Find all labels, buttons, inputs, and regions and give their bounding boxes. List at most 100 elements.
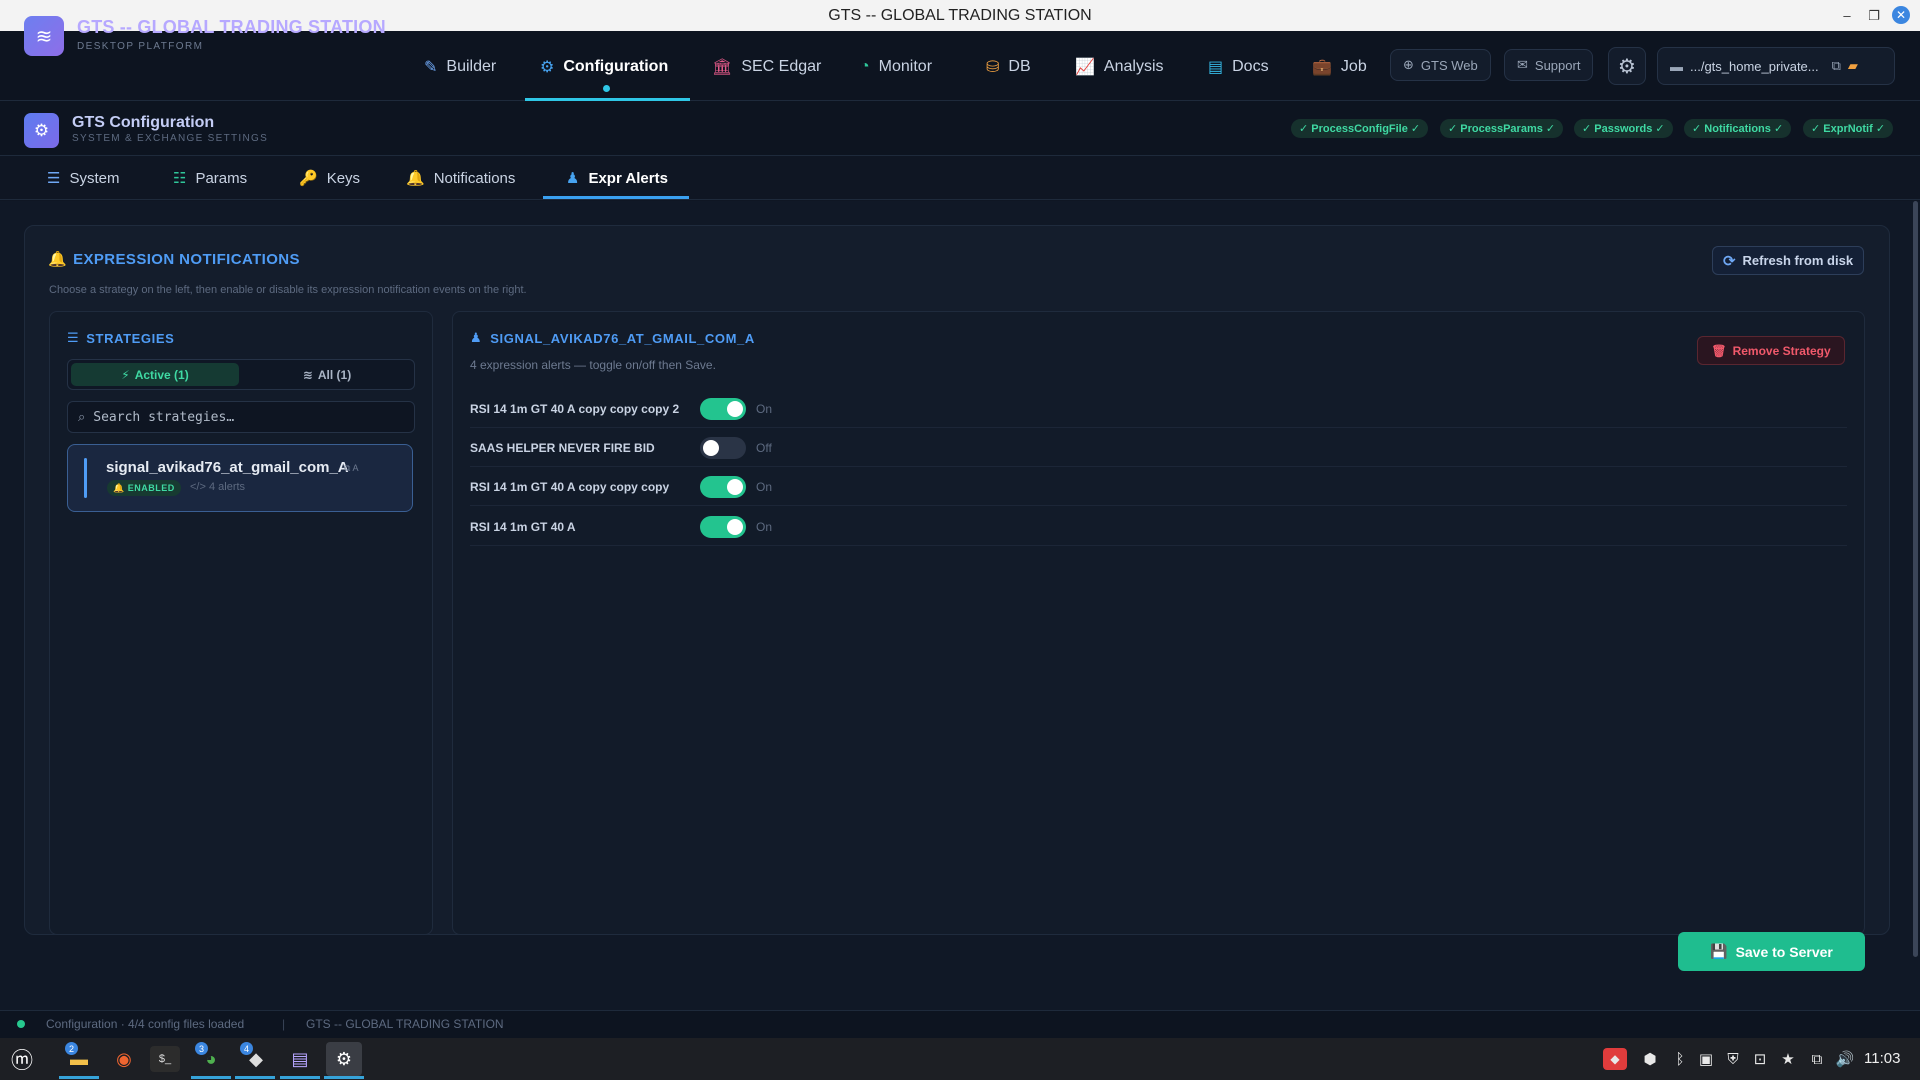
firefox-icon[interactable]: ◉ (106, 1042, 142, 1076)
status-badge-passwords: ✓ Passwords ✓ (1574, 119, 1673, 138)
network-icon[interactable]: ⧉ (1806, 1048, 1828, 1070)
alert-row: RSI 14 1m GT 40 A copy copy copy 2 On (470, 389, 1847, 428)
open-folder-icon[interactable]: ▰ (1848, 58, 1858, 74)
restore-icon[interactable]: ❐ (1862, 0, 1886, 31)
text-editor-icon[interactable]: ▤ (282, 1042, 318, 1076)
bank-icon: 🏛 (712, 59, 733, 76)
sliders-icon: ☷ (173, 170, 187, 187)
gear-icon: ⚙ (540, 59, 555, 76)
start-menu-icon[interactable]: ⓜ (4, 1042, 40, 1076)
refresh-icon: ⟳ (1722, 252, 1736, 270)
strategy-detail-title: ♟ SIGNAL_AVIKAD76_AT_GMAIL_COM_A (470, 330, 755, 346)
alert-label: RSI 14 1m GT 40 A copy copy copy (470, 479, 670, 494)
app-cube-badge: 4 (240, 1042, 253, 1055)
nav-item-job[interactable]: 💼 Job (1312, 55, 1367, 79)
nav-item-docs[interactable]: ▤ Docs (1208, 55, 1269, 79)
save-to-server-button[interactable]: 💾 Save to Server (1678, 932, 1865, 971)
strategy-list-item[interactable] (67, 444, 413, 512)
gts-app-running-indicator (324, 1076, 364, 1079)
filter-all-button[interactable]: ≋ All (1) (242, 363, 412, 386)
terminal-icon[interactable]: $_ (150, 1046, 180, 1072)
strategy-search-input[interactable] (93, 409, 394, 425)
window-title: GTS -- GLOBAL TRADING STATION (828, 6, 1092, 24)
nav-active-dot (603, 85, 610, 92)
app-cube-running-indicator (235, 1076, 275, 1079)
status-dot (17, 1020, 25, 1028)
tab-notifications[interactable]: 🔔 Notifications (406, 156, 515, 200)
copy-icon[interactable]: ⧉ (1832, 58, 1841, 74)
config-title: GTS Configuration (72, 114, 215, 131)
close-icon[interactable]: ✕ (1892, 6, 1910, 24)
shield-icon[interactable]: ⛨ (1722, 1048, 1744, 1070)
trash-icon: 🗑 (1711, 343, 1727, 358)
alert-label: SAAS HELPER NEVER FIRE BID (470, 440, 655, 455)
home-path-button[interactable]: ▬ .../gts_home_private... ⧉ ▰ (1657, 47, 1895, 85)
strategy-search: ⌕ (67, 401, 415, 433)
alert-row: RSI 14 1m GT 40 A On (470, 507, 1847, 546)
app-logo-icon: ≋ (24, 16, 64, 56)
taskbar-clock[interactable]: 11:03 (1864, 1050, 1900, 1067)
status-text-right: GTS -- GLOBAL TRADING STATION (306, 1017, 504, 1031)
volume-icon[interactable]: 🔊 (1834, 1048, 1856, 1070)
key-icon: 🔑 (299, 170, 318, 187)
minimize-icon[interactable]: – (1835, 0, 1859, 31)
nav-item-builder[interactable]: ✎ Builder (424, 55, 496, 79)
bell-icon: 🔔 (406, 170, 425, 187)
nav-item-monitor[interactable]: ◔ Monitor (860, 55, 932, 79)
settings-button[interactable]: ⚙ (1608, 47, 1646, 85)
tab-keys[interactable]: 🔑 Keys (299, 156, 360, 200)
app-title: GTS -- GLOBAL TRADING STATION (77, 17, 386, 37)
nav-item-configuration[interactable]: ⚙ Configuration (540, 55, 668, 79)
strategy-enabled-badge: 🔔 ENABLED (107, 480, 181, 496)
alert-toggle[interactable] (700, 398, 746, 420)
briefcase-icon: 💼 (1312, 59, 1332, 76)
nav-item-sec-edgar[interactable]: 🏛 SEC Edgar (712, 55, 821, 79)
refresh-from-disk-button[interactable]: ⟳ Refresh from disk (1712, 246, 1864, 275)
layers-icon: ≋ (302, 367, 313, 382)
strategy-detail-description: 4 expression alerts — toggle on/off then… (470, 358, 716, 372)
alert-row: SAAS HELPER NEVER FIRE BID Off (470, 428, 1847, 467)
text-editor-running-indicator (280, 1076, 320, 1079)
gts-web-button[interactable]: ⊕ GTS Web (1390, 49, 1491, 81)
status-divider: | (282, 1017, 286, 1031)
alert-toggle[interactable] (700, 516, 746, 538)
home-path: .../gts_home_private... (1690, 58, 1819, 74)
section-description: Choose a strategy on the left, then enab… (49, 284, 527, 296)
bluetooth-icon[interactable]: ᛒ (1670, 1048, 1690, 1070)
tab-expr-alerts[interactable]: ♟ Expr Alerts (566, 156, 668, 200)
alert-state: Off (756, 440, 772, 455)
tab-system[interactable]: ☰ System (47, 156, 119, 200)
gts-app-icon[interactable]: ⚙ (326, 1042, 362, 1076)
alert-toggle[interactable] (700, 437, 746, 459)
strategy-selected-bar (84, 458, 87, 498)
server-icon: ☰ (47, 170, 61, 187)
support-button[interactable]: ✉ Support (1504, 49, 1594, 81)
status-bar (0, 1010, 1920, 1038)
status-badge-process-config-file: ✓ ProcessConfigFile ✓ (1291, 119, 1429, 138)
star-icon[interactable]: ★ (1778, 1048, 1798, 1070)
bell-icon: 🔔 (48, 251, 68, 268)
tab-active-indicator (543, 196, 689, 199)
main-scrollbar[interactable] (1913, 201, 1918, 957)
files-running-indicator (59, 1076, 99, 1079)
clipboard-icon[interactable]: ▣ (1696, 1048, 1716, 1070)
alert-toggle[interactable] (700, 476, 746, 498)
update-icon[interactable]: ⊡ (1750, 1048, 1770, 1070)
nav-item-analysis[interactable]: 📈 Analysis (1075, 55, 1164, 79)
tab-params[interactable]: ☷ Params (173, 156, 247, 200)
remove-strategy-button[interactable]: 🗑 Remove Strategy (1697, 336, 1845, 365)
files-badge: 2 (65, 1042, 78, 1055)
nav-item-db[interactable]: ⛁ DB (986, 55, 1031, 79)
chrome-badge: 3 (195, 1042, 208, 1055)
bell-icon: 🔔 (113, 482, 125, 493)
globe-icon: ⊕ (1403, 57, 1414, 72)
list-icon: ☰ (67, 330, 80, 345)
cube-tray-icon[interactable]: ⬢ (1639, 1048, 1661, 1070)
anydesk-icon[interactable]: ◆ (1603, 1048, 1627, 1070)
filter-active-button[interactable]: ⚡ Active (1) (71, 363, 239, 386)
gauge-icon: ◔ (860, 58, 870, 75)
strategies-title: ☰ STRATEGIES (67, 330, 175, 346)
config-gear-icon: ⚙ (24, 113, 59, 148)
strategy-tag: ⧉ A (344, 463, 359, 473)
code-icon: </> (190, 481, 206, 493)
